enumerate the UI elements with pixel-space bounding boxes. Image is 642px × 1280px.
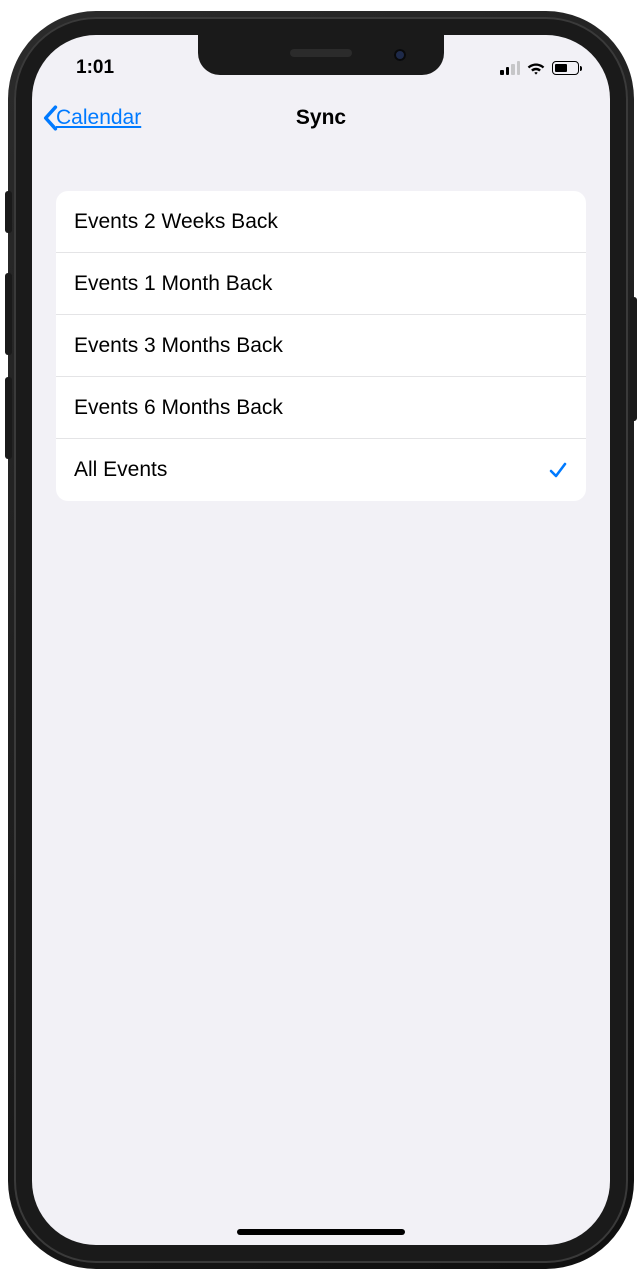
notch <box>198 35 444 75</box>
sync-option-1-month[interactable]: Events 1 Month Back <box>56 253 586 315</box>
sync-option-2-weeks[interactable]: Events 2 Weeks Back <box>56 191 586 253</box>
device-frame: 1:01 Cale <box>14 17 628 1263</box>
sync-option-6-months[interactable]: Events 6 Months Back <box>56 377 586 439</box>
speaker-grille <box>290 49 352 57</box>
sync-options-list: Events 2 Weeks Back Events 1 Month Back … <box>56 191 586 501</box>
power-button <box>630 297 637 421</box>
option-label: Events 3 Months Back <box>74 334 283 358</box>
status-time: 1:01 <box>76 57 114 79</box>
battery-icon <box>552 61 582 75</box>
page-title: Sync <box>296 106 346 130</box>
option-label: All Events <box>74 458 167 482</box>
front-camera <box>394 49 406 61</box>
wifi-icon <box>526 61 546 75</box>
nav-bar: Calendar Sync <box>32 89 610 147</box>
cellular-signal-icon <box>500 61 520 75</box>
volume-down-button <box>5 377 12 459</box>
sync-option-3-months[interactable]: Events 3 Months Back <box>56 315 586 377</box>
option-label: Events 2 Weeks Back <box>74 210 278 234</box>
checkmark-icon <box>548 460 568 480</box>
home-indicator[interactable] <box>237 1229 405 1235</box>
back-label: Calendar <box>56 106 141 130</box>
screen: 1:01 Cale <box>32 35 610 1245</box>
sync-option-all-events[interactable]: All Events <box>56 439 586 501</box>
back-button[interactable]: Calendar <box>42 105 141 131</box>
status-icons <box>500 61 586 75</box>
option-label: Events 1 Month Back <box>74 272 272 296</box>
mute-switch <box>5 191 12 233</box>
content-area: Events 2 Weeks Back Events 1 Month Back … <box>32 147 610 501</box>
option-label: Events 6 Months Back <box>74 396 283 420</box>
volume-up-button <box>5 273 12 355</box>
